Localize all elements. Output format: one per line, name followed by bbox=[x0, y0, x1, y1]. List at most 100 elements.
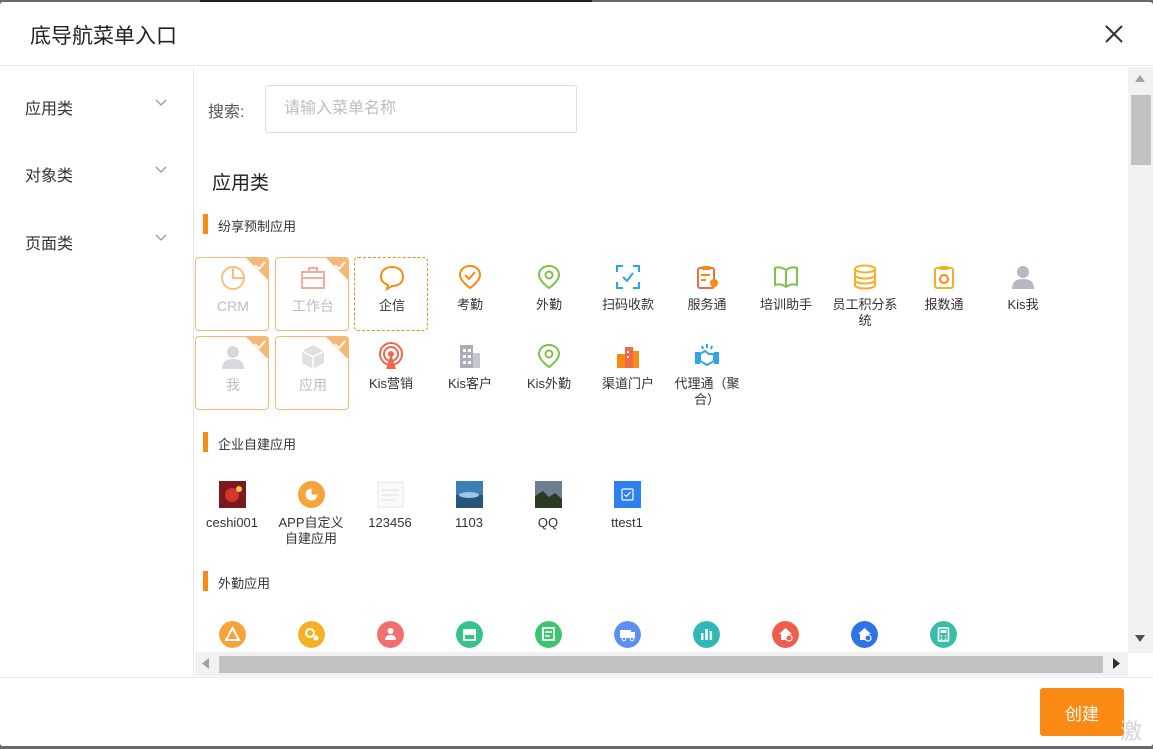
location-pin-icon bbox=[537, 343, 561, 369]
app-field-5[interactable] bbox=[511, 615, 585, 652]
green-doc-icon bbox=[535, 621, 562, 648]
chevron-down-icon bbox=[155, 99, 167, 106]
create-button[interactable]: 创建 bbox=[1040, 688, 1124, 736]
pie-chart-icon bbox=[221, 266, 245, 290]
vertical-scroll-thumb[interactable] bbox=[1131, 95, 1151, 165]
app-ttest1[interactable]: ttest1 bbox=[590, 475, 664, 549]
app-field-work[interactable]: 外勤 bbox=[512, 257, 586, 331]
scroll-left-arrow-icon[interactable] bbox=[202, 658, 209, 669]
app-scan-pay[interactable]: 扫码收款 bbox=[591, 257, 665, 331]
sidebar-item-label: 对象类 bbox=[25, 168, 74, 185]
group-marker bbox=[203, 571, 208, 591]
app-ceshi001[interactable]: ceshi001 bbox=[195, 475, 269, 549]
group-marker bbox=[203, 432, 208, 452]
app-qixin[interactable]: 企信 bbox=[354, 257, 428, 331]
chevron-down-icon bbox=[155, 234, 167, 241]
app-channel-portal[interactable]: 渠道门户 bbox=[591, 336, 665, 410]
blank-doc-thumb bbox=[377, 481, 404, 508]
scan-icon bbox=[616, 265, 640, 289]
green-store-icon bbox=[456, 621, 483, 648]
blue-check-icon bbox=[614, 481, 641, 508]
dialog-header: 底导航菜单入口 bbox=[0, 2, 1153, 66]
scroll-up-arrow-icon[interactable] bbox=[1135, 75, 1145, 82]
group-marker bbox=[203, 214, 208, 234]
teal-chart-icon bbox=[693, 621, 720, 648]
app-kis-customer[interactable]: Kis客户 bbox=[433, 336, 507, 410]
scroll-down-arrow-icon[interactable] bbox=[1135, 635, 1145, 642]
broadcast-icon bbox=[379, 342, 403, 369]
orange-triangle-icon bbox=[219, 621, 246, 648]
vertical-scrollbar[interactable] bbox=[1128, 67, 1153, 653]
app-field-2[interactable] bbox=[274, 615, 348, 652]
close-icon[interactable] bbox=[1100, 20, 1128, 48]
check-pin-icon bbox=[458, 264, 482, 290]
service-clipboard-icon bbox=[697, 266, 718, 289]
user-icon bbox=[1012, 266, 1034, 289]
app-field-10[interactable] bbox=[906, 615, 980, 652]
red-people-icon bbox=[377, 621, 404, 648]
search-label: 搜索: bbox=[208, 104, 245, 121]
blue-truck-icon bbox=[614, 621, 641, 648]
book-icon bbox=[774, 266, 798, 289]
sidebar-item-label: 应用类 bbox=[25, 101, 74, 118]
sky-photo-thumb bbox=[456, 481, 483, 508]
scroll-right-arrow-icon[interactable] bbox=[1113, 658, 1120, 669]
app-workbench[interactable]: 工作台 bbox=[275, 257, 349, 331]
buildings-icon bbox=[460, 345, 480, 368]
app-1103[interactable]: 1103 bbox=[432, 475, 506, 549]
app-field-6[interactable] bbox=[590, 615, 664, 652]
landscape-photo-thumb bbox=[535, 481, 562, 508]
app-field-1[interactable] bbox=[195, 615, 269, 652]
app-field-8[interactable] bbox=[748, 615, 822, 652]
dialog-title: 底导航菜单入口 bbox=[30, 25, 177, 48]
app-kis-me[interactable]: Kis我 bbox=[986, 257, 1060, 331]
app-points[interactable]: 员工积分系统 bbox=[828, 257, 902, 331]
coins-icon bbox=[854, 264, 876, 290]
checkmark-icon bbox=[326, 337, 348, 359]
app-field-9[interactable] bbox=[827, 615, 901, 652]
chevron-down-icon bbox=[155, 166, 167, 173]
red-photo-thumb bbox=[219, 481, 246, 508]
app-report[interactable]: 报数通 bbox=[907, 257, 981, 331]
blue-home-icon bbox=[851, 621, 878, 648]
app-kis-marketing[interactable]: Kis营销 bbox=[354, 336, 428, 410]
app-field-3[interactable] bbox=[353, 615, 427, 652]
handshake-icon bbox=[695, 344, 719, 367]
user-icon bbox=[222, 346, 244, 369]
section-title: 应用类 bbox=[212, 173, 270, 194]
teal-calc-icon bbox=[930, 621, 957, 648]
app-crm[interactable]: CRM bbox=[195, 257, 269, 331]
sidebar-item-label: 页面类 bbox=[25, 236, 74, 253]
cube-icon bbox=[301, 345, 325, 369]
app-qq[interactable]: QQ bbox=[511, 475, 585, 549]
chat-bubble-icon bbox=[379, 265, 405, 292]
app-custom-self-built[interactable]: APP自定义自建应用 bbox=[274, 475, 348, 549]
horizontal-scroll-thumb[interactable] bbox=[219, 656, 1103, 673]
checkmark-icon bbox=[246, 258, 268, 280]
app-training[interactable]: 培训助手 bbox=[749, 257, 823, 331]
app-field-4[interactable] bbox=[432, 615, 506, 652]
app-kis-field[interactable]: Kis外勤 bbox=[512, 336, 586, 410]
yellow-pin-icon bbox=[298, 621, 325, 648]
sidebar-item-objects[interactable]: 对象类 bbox=[0, 152, 193, 192]
activation-watermark: 激活 bbox=[1120, 719, 1143, 744]
app-agent-aggregate[interactable]: 代理通（聚合） bbox=[670, 336, 744, 410]
app-attendance[interactable]: 考勤 bbox=[433, 257, 507, 331]
checkmark-icon bbox=[326, 258, 348, 280]
orange-pie-icon bbox=[298, 481, 325, 508]
menu-entry-dialog: 底导航菜单入口 应用类 对象类 页面类 搜索: 应用类 纷享预制应用 bbox=[0, 2, 1153, 746]
app-service[interactable]: 服务通 bbox=[670, 257, 744, 331]
category-sidebar: 应用类 对象类 页面类 bbox=[0, 67, 194, 676]
sidebar-item-apps[interactable]: 应用类 bbox=[0, 85, 193, 125]
search-input[interactable] bbox=[265, 85, 577, 133]
app-123456[interactable]: 123456 bbox=[353, 475, 427, 549]
sidebar-item-pages[interactable]: 页面类 bbox=[0, 220, 193, 260]
app-apps[interactable]: 应用 bbox=[275, 336, 349, 410]
app-me[interactable]: 我 bbox=[195, 336, 269, 410]
dialog-footer: 创建 bbox=[0, 677, 1153, 746]
app-field-7[interactable] bbox=[669, 615, 743, 652]
app-list-panel: 搜索: 应用类 纷享预制应用 CRM 工作台 企信 考勤 外勤 bbox=[195, 67, 1128, 652]
report-clipboard-icon bbox=[934, 266, 954, 289]
briefcase-icon bbox=[301, 267, 325, 289]
horizontal-scrollbar[interactable] bbox=[195, 652, 1128, 676]
